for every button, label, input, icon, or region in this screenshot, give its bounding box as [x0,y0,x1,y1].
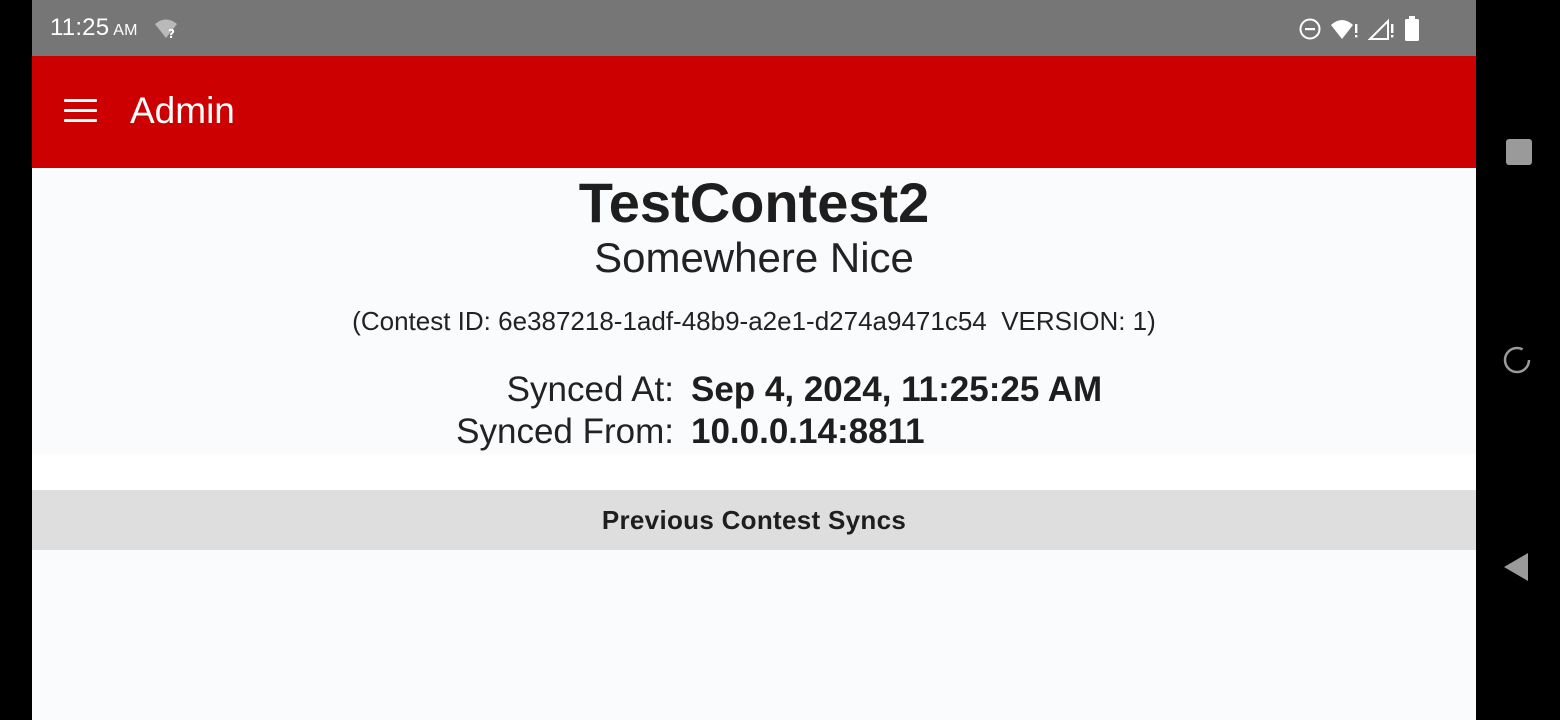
app-screen: 11:25 AM ? Admin TestContest2 Somewhere … [32,0,1476,720]
home-circle-icon[interactable] [1500,342,1536,378]
previous-syncs-list[interactable] [32,550,1476,720]
contest-info: TestContest2 Somewhere Nice (Contest ID:… [32,168,1476,454]
status-time: 11:25 AM [50,14,138,42]
app-title: Admin [130,90,235,131]
synced-at-label: Synced At: [506,370,674,409]
synced-at-row: Synced At: Sep 4, 2024, 11:25:25 AM [32,370,1476,412]
section-divider [32,454,1476,490]
wifi-unknown-icon: ? [154,18,180,41]
app-bar: Admin [32,56,1476,168]
synced-from-label: Synced From: [456,412,674,451]
synced-from-value: 10.0.0.14:8811 [691,412,925,451]
recents-square-icon[interactable] [1500,135,1536,171]
wifi-alert-icon [1330,17,1360,41]
signal-alert-icon [1368,17,1396,41]
previous-syncs-header: Previous Contest Syncs [32,490,1476,550]
status-icons [1298,16,1420,42]
contest-location: Somewhere Nice [594,234,914,281]
do-not-disturb-icon [1298,17,1322,41]
back-triangle-icon[interactable] [1500,549,1536,585]
contest-id-version: (Contest ID: 6e387218-1adf-48b9-a2e1-d27… [352,306,1156,336]
hamburger-menu-icon[interactable] [64,99,98,125]
system-nav-bar [1476,0,1560,720]
status-bar: 11:25 AM ? [32,0,1476,56]
synced-from-row: Synced From: 10.0.0.14:8811 [32,412,1476,454]
clock-time: 11:25 [50,14,110,41]
battery-icon [1404,16,1420,42]
clock-ampm: AM [113,22,138,39]
contest-name: TestContest2 [578,171,930,234]
svg-text:?: ? [168,27,175,40]
synced-at-value: Sep 4, 2024, 11:25:25 AM [691,370,1103,409]
